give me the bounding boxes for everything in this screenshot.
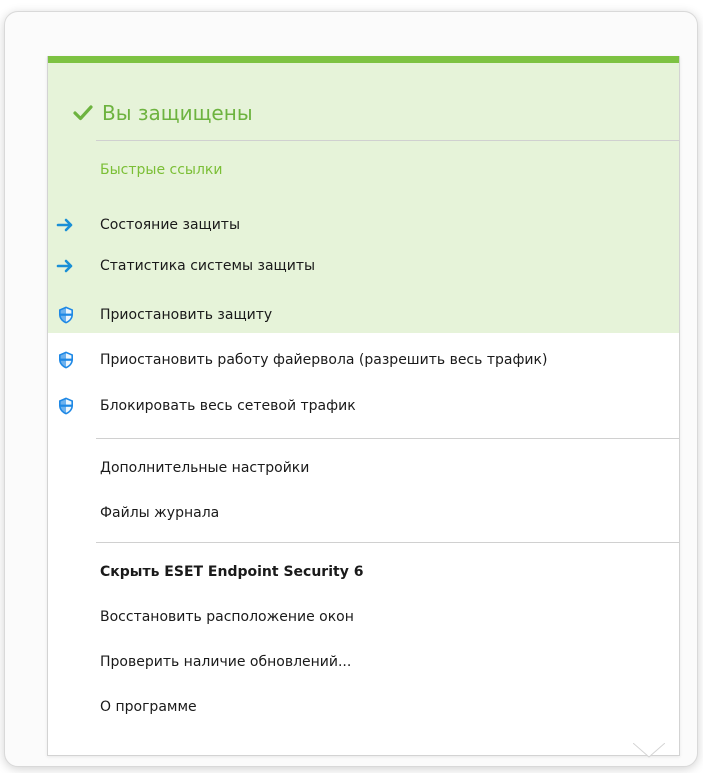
arrow-right-icon xyxy=(56,218,73,232)
divider xyxy=(96,542,679,543)
shield-icon xyxy=(59,306,73,324)
menu-item-label: Проверить наличие обновлений... xyxy=(100,654,352,670)
menu-item-label: Блокировать весь сетевой трафик xyxy=(100,398,356,414)
menu-item-block-network-traffic[interactable]: Блокировать весь сетевой трафик xyxy=(48,393,679,419)
menu-item-log-files[interactable]: Файлы журнала xyxy=(48,500,679,526)
menu-item-reset-window-layout[interactable]: Восстановить расположение окон xyxy=(48,604,679,630)
status-text: Вы защищены xyxy=(102,101,253,125)
menu-pointer xyxy=(633,743,665,758)
menu-item-check-updates[interactable]: Проверить наличие обновлений... xyxy=(48,649,679,675)
tray-context-menu: Вы защищены Быстрые ссылки Состояние защ… xyxy=(47,56,680,756)
menu-item-advanced-setup[interactable]: Дополнительные настройки xyxy=(48,455,679,481)
divider xyxy=(96,140,679,141)
menu-item-label: Статистика системы защиты xyxy=(100,258,316,274)
divider xyxy=(96,438,679,439)
menu-item-about[interactable]: О программе xyxy=(48,694,679,720)
menu-item-label: О программе xyxy=(100,699,197,715)
shield-icon xyxy=(59,397,73,415)
menu-item-label: Приостановить работу файервола (разрешит… xyxy=(100,352,548,368)
menu-item-label: Дополнительные настройки xyxy=(100,460,310,476)
quick-links-title: Быстрые ссылки xyxy=(100,162,223,178)
menu-item-hide-app[interactable]: Скрыть ESET Endpoint Security 6 xyxy=(48,559,679,585)
menu-item-label: Скрыть ESET Endpoint Security 6 xyxy=(100,564,364,580)
menu-item-label: Восстановить расположение окон xyxy=(100,609,354,625)
arrow-right-icon xyxy=(56,259,73,273)
checkmark-icon xyxy=(73,105,93,121)
menu-item-protection-statistics[interactable]: Статистика системы защиты xyxy=(48,253,679,279)
menu-item-label: Состояние защиты xyxy=(100,217,241,233)
context-menu-window: Вы защищены Быстрые ссылки Состояние защ… xyxy=(4,11,698,767)
menu-item-protection-status[interactable]: Состояние защиты xyxy=(48,212,679,238)
menu-item-label: Файлы журнала xyxy=(100,505,220,521)
menu-item-pause-protection[interactable]: Приостановить защиту xyxy=(48,302,679,328)
status-accent-bar xyxy=(48,56,679,63)
menu-item-label: Приостановить защиту xyxy=(100,307,273,323)
menu-item-pause-firewall[interactable]: Приостановить работу файервола (разрешит… xyxy=(48,347,679,373)
shield-icon xyxy=(59,351,73,369)
